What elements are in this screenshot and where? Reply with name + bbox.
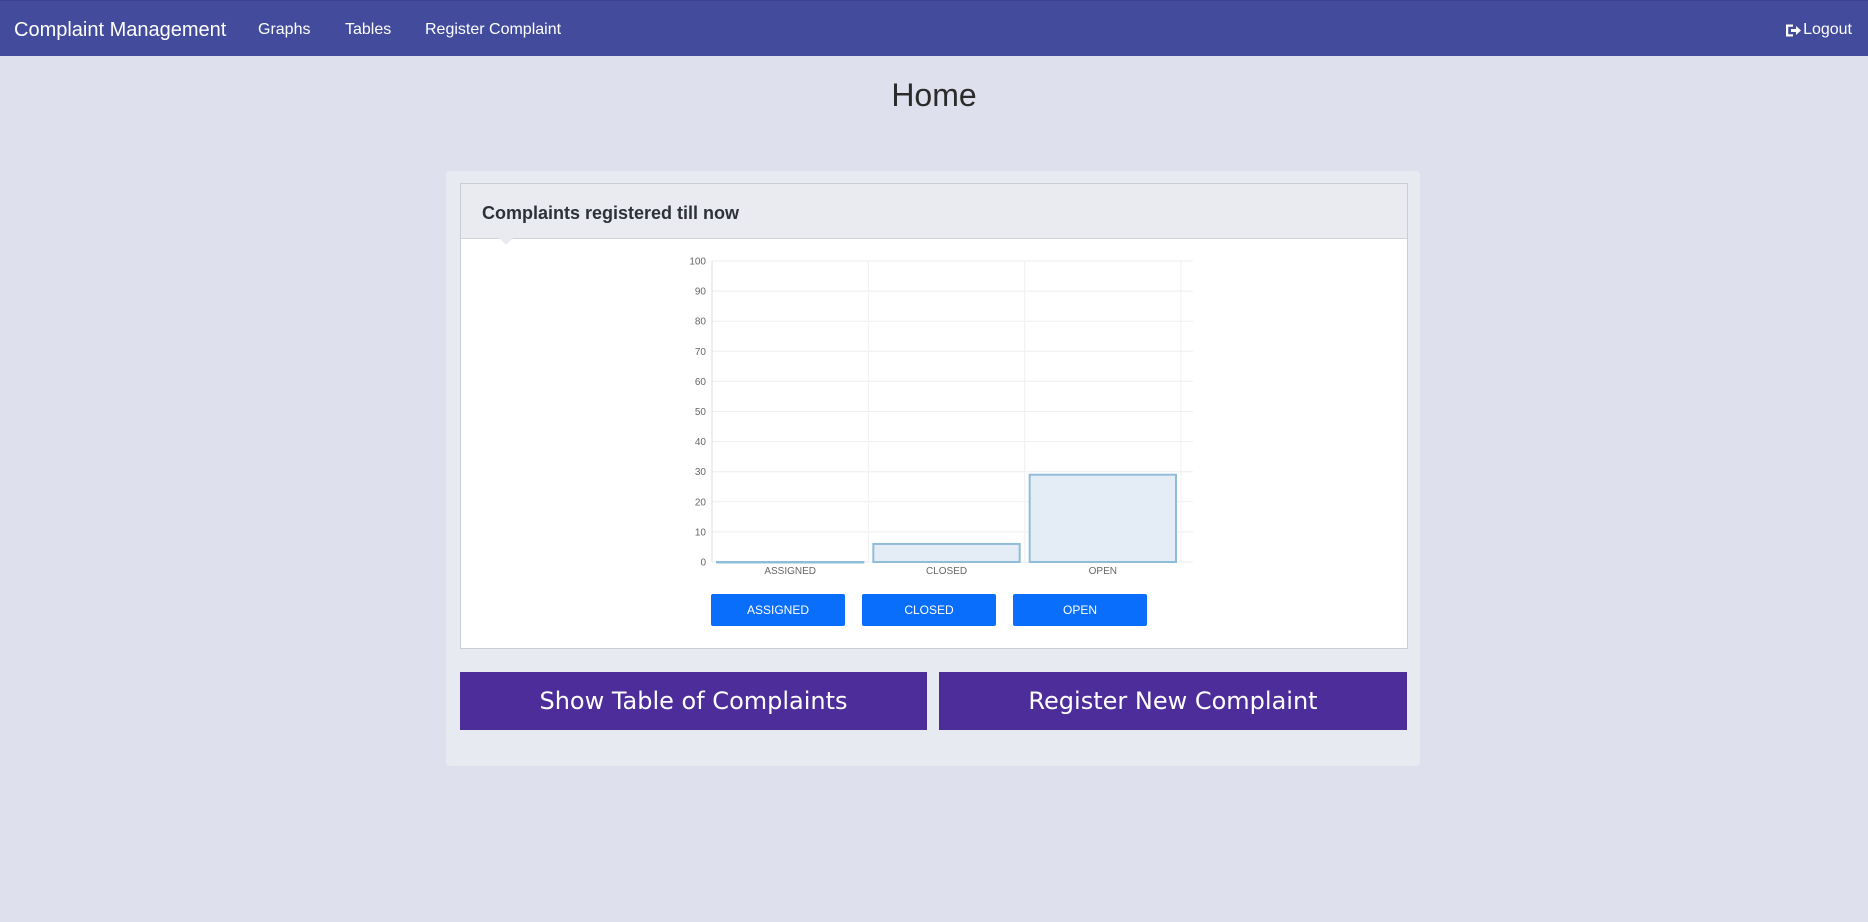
legend-button-open[interactable]: OPEN: [1013, 594, 1147, 626]
brand-link[interactable]: Complaint Management: [14, 18, 226, 42]
page-title: Home: [891, 77, 977, 113]
x-tick-label-closed: CLOSED: [926, 566, 967, 577]
sign-out-icon: [1786, 24, 1802, 36]
show-table-button[interactable]: Show Table of Complaints: [460, 672, 927, 730]
y-tick-label-10: 10: [695, 527, 707, 538]
y-tick-label-60: 60: [695, 377, 707, 388]
y-tick-label-80: 80: [695, 317, 707, 328]
x-tick-label-open: OPEN: [1089, 566, 1117, 577]
panel-header: Complaints registered till now: [461, 184, 1407, 239]
y-tick-label-20: 20: [695, 497, 707, 508]
register-new-complaint-button[interactable]: Register New Complaint: [939, 672, 1407, 730]
x-tick-label-assigned: ASSIGNED: [764, 566, 816, 577]
nav-link-register-complaint[interactable]: Register Complaint: [425, 20, 561, 40]
chart-panel: Complaints registered till now 0 10 20 30 40…: [460, 183, 1408, 649]
bar-assigned: [716, 561, 865, 564]
y-tick-label-50: 50: [695, 407, 707, 418]
bar-open: [1028, 473, 1178, 564]
nav-link-tables[interactable]: Tables: [345, 20, 391, 40]
y-tick-label-70: 70: [695, 347, 707, 358]
logout-label: Logout: [1803, 21, 1852, 38]
legend-button-closed[interactable]: CLOSED: [862, 594, 996, 626]
logout-link[interactable]: Logout: [1785, 20, 1852, 40]
panel-title: Complaints registered till now: [482, 203, 740, 223]
chart-area: 0 10 20 30 40 50 60 70 80 90 100 ASSIGNED CLOSED OPEN…: [461, 239, 1407, 648]
y-tick-label-30: 30: [695, 467, 707, 478]
bar-closed: [872, 542, 1021, 564]
y-tick-label-90: 90: [695, 287, 707, 298]
legend-button-assigned[interactable]: ASSIGNED: [711, 594, 845, 626]
y-tick-label-100: 100: [689, 257, 706, 268]
y-tick-label-0: 0: [700, 558, 706, 569]
top-navbar: Complaint Management Graphs Tables Regis…: [0, 0, 1868, 56]
y-tick-label-40: 40: [695, 437, 707, 448]
nav-link-graphs[interactable]: Graphs: [258, 20, 310, 40]
complaints-bar-chart: 0 10 20 30 40 50 60 70 80 90 100 ASSIGNED CLOSED OPEN: [689, 257, 1193, 577]
